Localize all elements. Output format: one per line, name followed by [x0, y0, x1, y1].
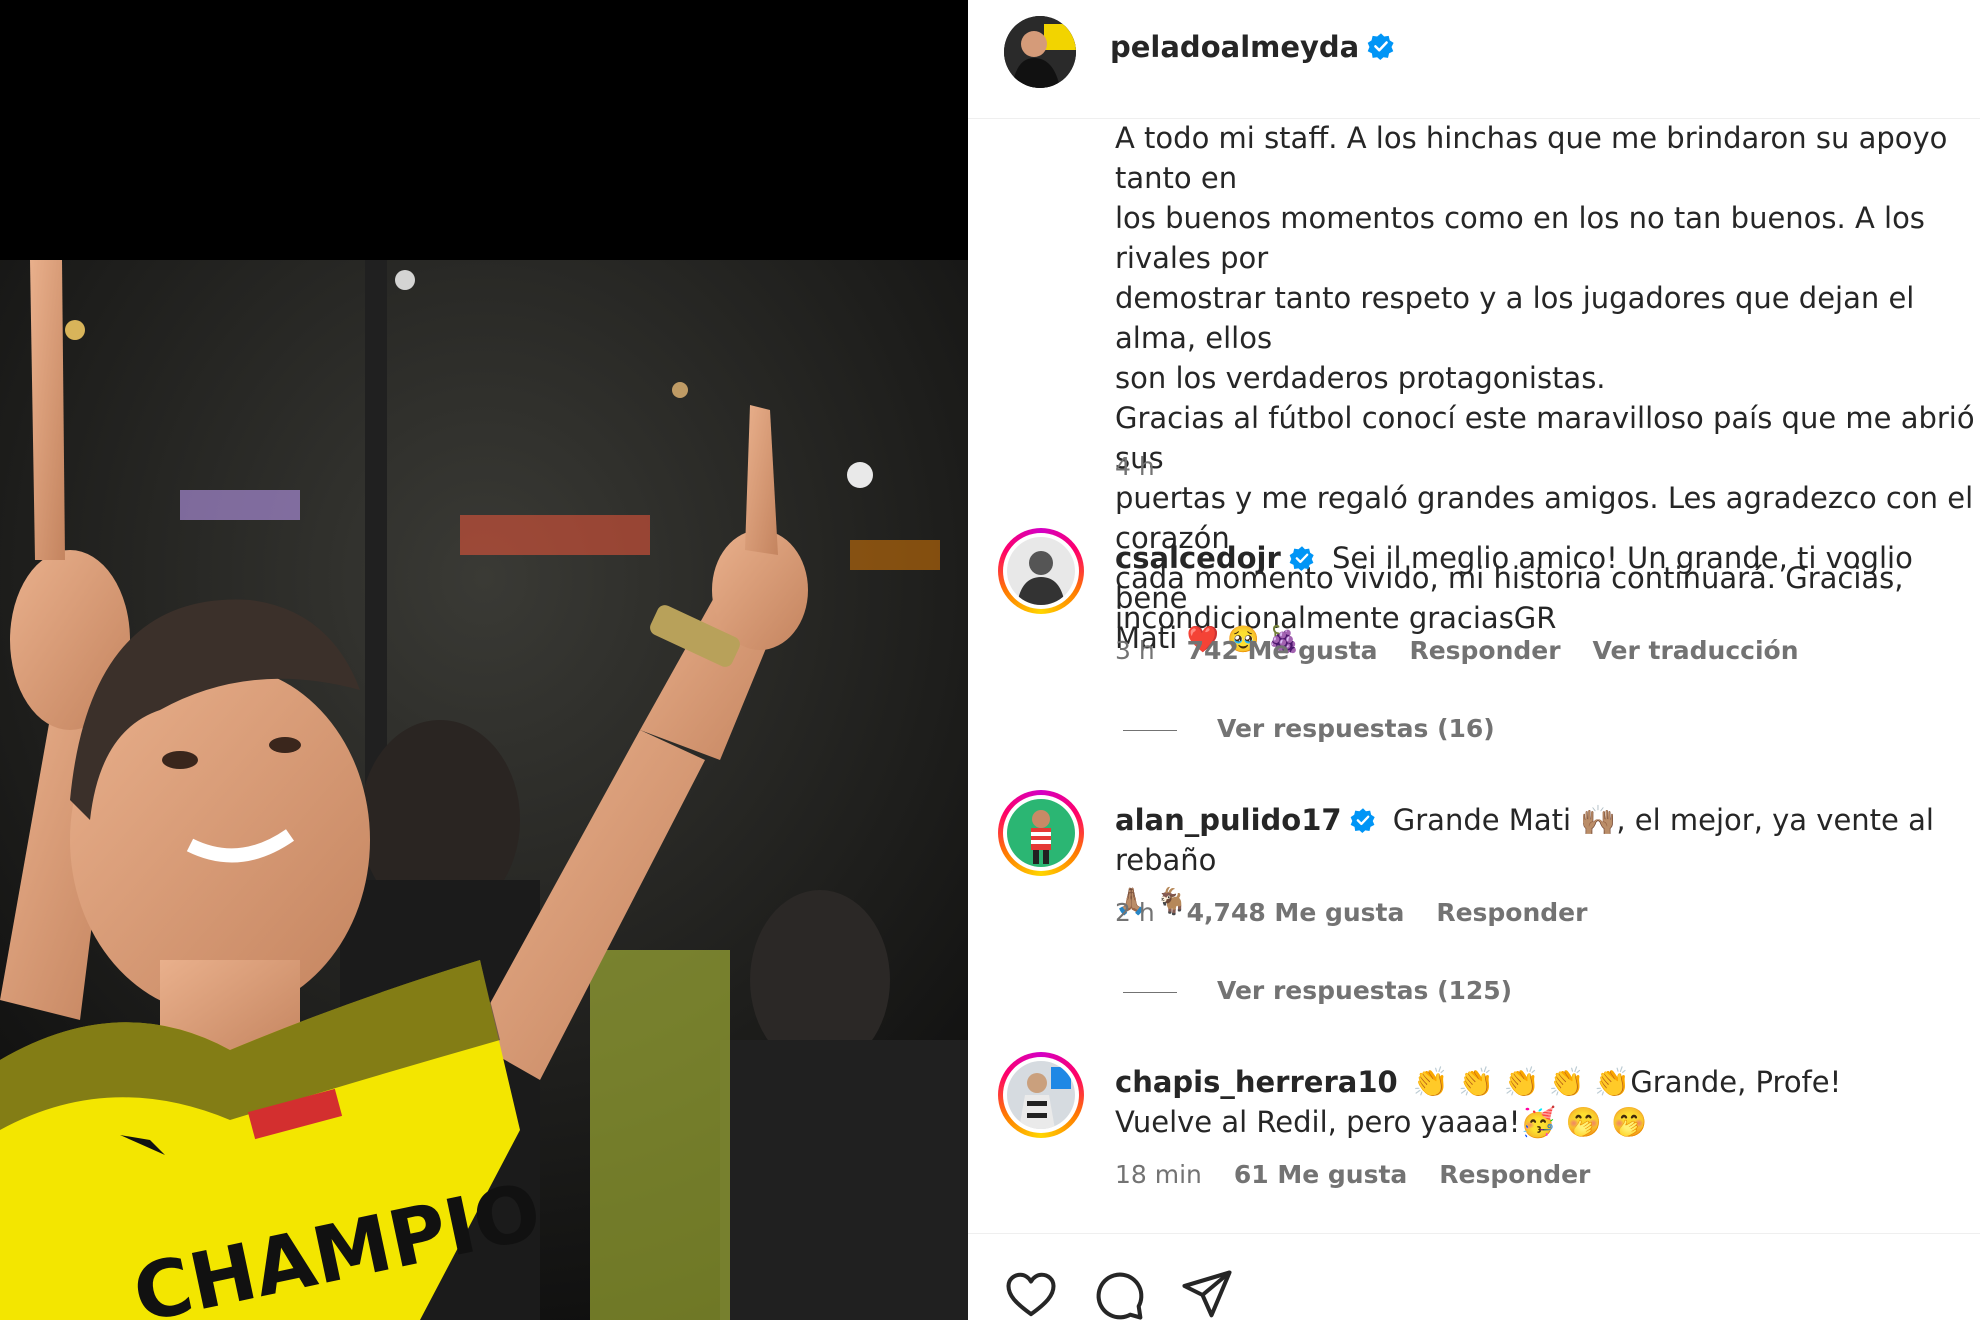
comment-meta: 18 min 61 Me gusta Responder [1115, 1160, 1614, 1189]
heart-icon[interactable] [1004, 1268, 1058, 1320]
comment-text: 👏 👏 👏 👏 👏Grande, Profe! [1412, 1065, 1842, 1099]
reply-button[interactable]: Responder [1436, 898, 1587, 927]
view-replies-label[interactable]: Ver respuestas (16) [1217, 714, 1495, 743]
view-replies-button[interactable]: Ver respuestas (16) [1123, 714, 1495, 743]
comment-avatar-chapis-herrera10[interactable] [998, 1052, 1084, 1138]
photo-illustration: CHAMPIO [0, 260, 968, 1320]
comment-likes[interactable]: 61 Me gusta [1234, 1160, 1407, 1189]
comment-body: chapis_herrera10 👏 👏 👏 👏 👏Grande, Profe!… [1115, 1062, 1980, 1142]
actions-divider [968, 1233, 1980, 1234]
author-avatar[interactable] [1004, 16, 1076, 88]
avatar-image [1007, 1061, 1075, 1129]
comment-icon[interactable] [1092, 1268, 1146, 1320]
comment-meta: 3 h 742 Me gusta Responder Ver traducció… [1115, 636, 1823, 665]
comment-username[interactable]: csalcedojr [1115, 541, 1281, 575]
share-icon[interactable] [1180, 1268, 1234, 1320]
comment-text-line2: Vuelve al Redil, pero yaaaa!🥳 🤭 🤭 [1115, 1105, 1648, 1139]
verified-badge-icon [1289, 546, 1314, 571]
post-time-text: 4 h [1115, 452, 1155, 481]
comment-username[interactable]: alan_pulido17 [1115, 803, 1342, 837]
verified-badge-icon [1350, 808, 1375, 833]
reply-button[interactable]: Responder [1409, 636, 1560, 665]
translate-button[interactable]: Ver traducción [1593, 636, 1799, 665]
verified-badge-icon [1367, 33, 1394, 60]
avatar-image [1007, 537, 1075, 605]
post-photo-panel: CHAMPIO [0, 0, 968, 1320]
comment-likes[interactable]: 4,748 Me gusta [1187, 898, 1405, 927]
author-username-text[interactable]: peladoalmeyda [1110, 30, 1359, 64]
comment-time: 2 h [1115, 898, 1155, 927]
view-replies-label[interactable]: Ver respuestas (125) [1217, 976, 1512, 1005]
view-replies-button[interactable]: Ver respuestas (125) [1123, 976, 1512, 1005]
reply-button[interactable]: Responder [1439, 1160, 1590, 1189]
avatar-image [1007, 799, 1075, 867]
comment-avatar-alan-pulido17[interactable] [998, 790, 1084, 876]
comment-meta: 2 h 4,748 Me gusta Responder [1115, 898, 1611, 927]
post-time: 4 h [1115, 452, 1179, 481]
author-username[interactable]: peladoalmeyda [1110, 30, 1395, 64]
post-sidebar: peladoalmeyda A todo mi staff. A los hin… [968, 0, 1980, 1320]
comment-time: 18 min [1115, 1160, 1202, 1189]
replies-divider [1123, 991, 1177, 993]
comment-username[interactable]: chapis_herrera10 [1115, 1065, 1398, 1099]
post-photo[interactable]: CHAMPIO [0, 260, 968, 1320]
comment-time: 3 h [1115, 636, 1155, 665]
post-header: peladoalmeyda [968, 0, 1980, 119]
comment-likes[interactable]: 742 Me gusta [1187, 636, 1378, 665]
replies-divider [1123, 729, 1177, 731]
comment-avatar-csalcedojr[interactable] [998, 528, 1084, 614]
